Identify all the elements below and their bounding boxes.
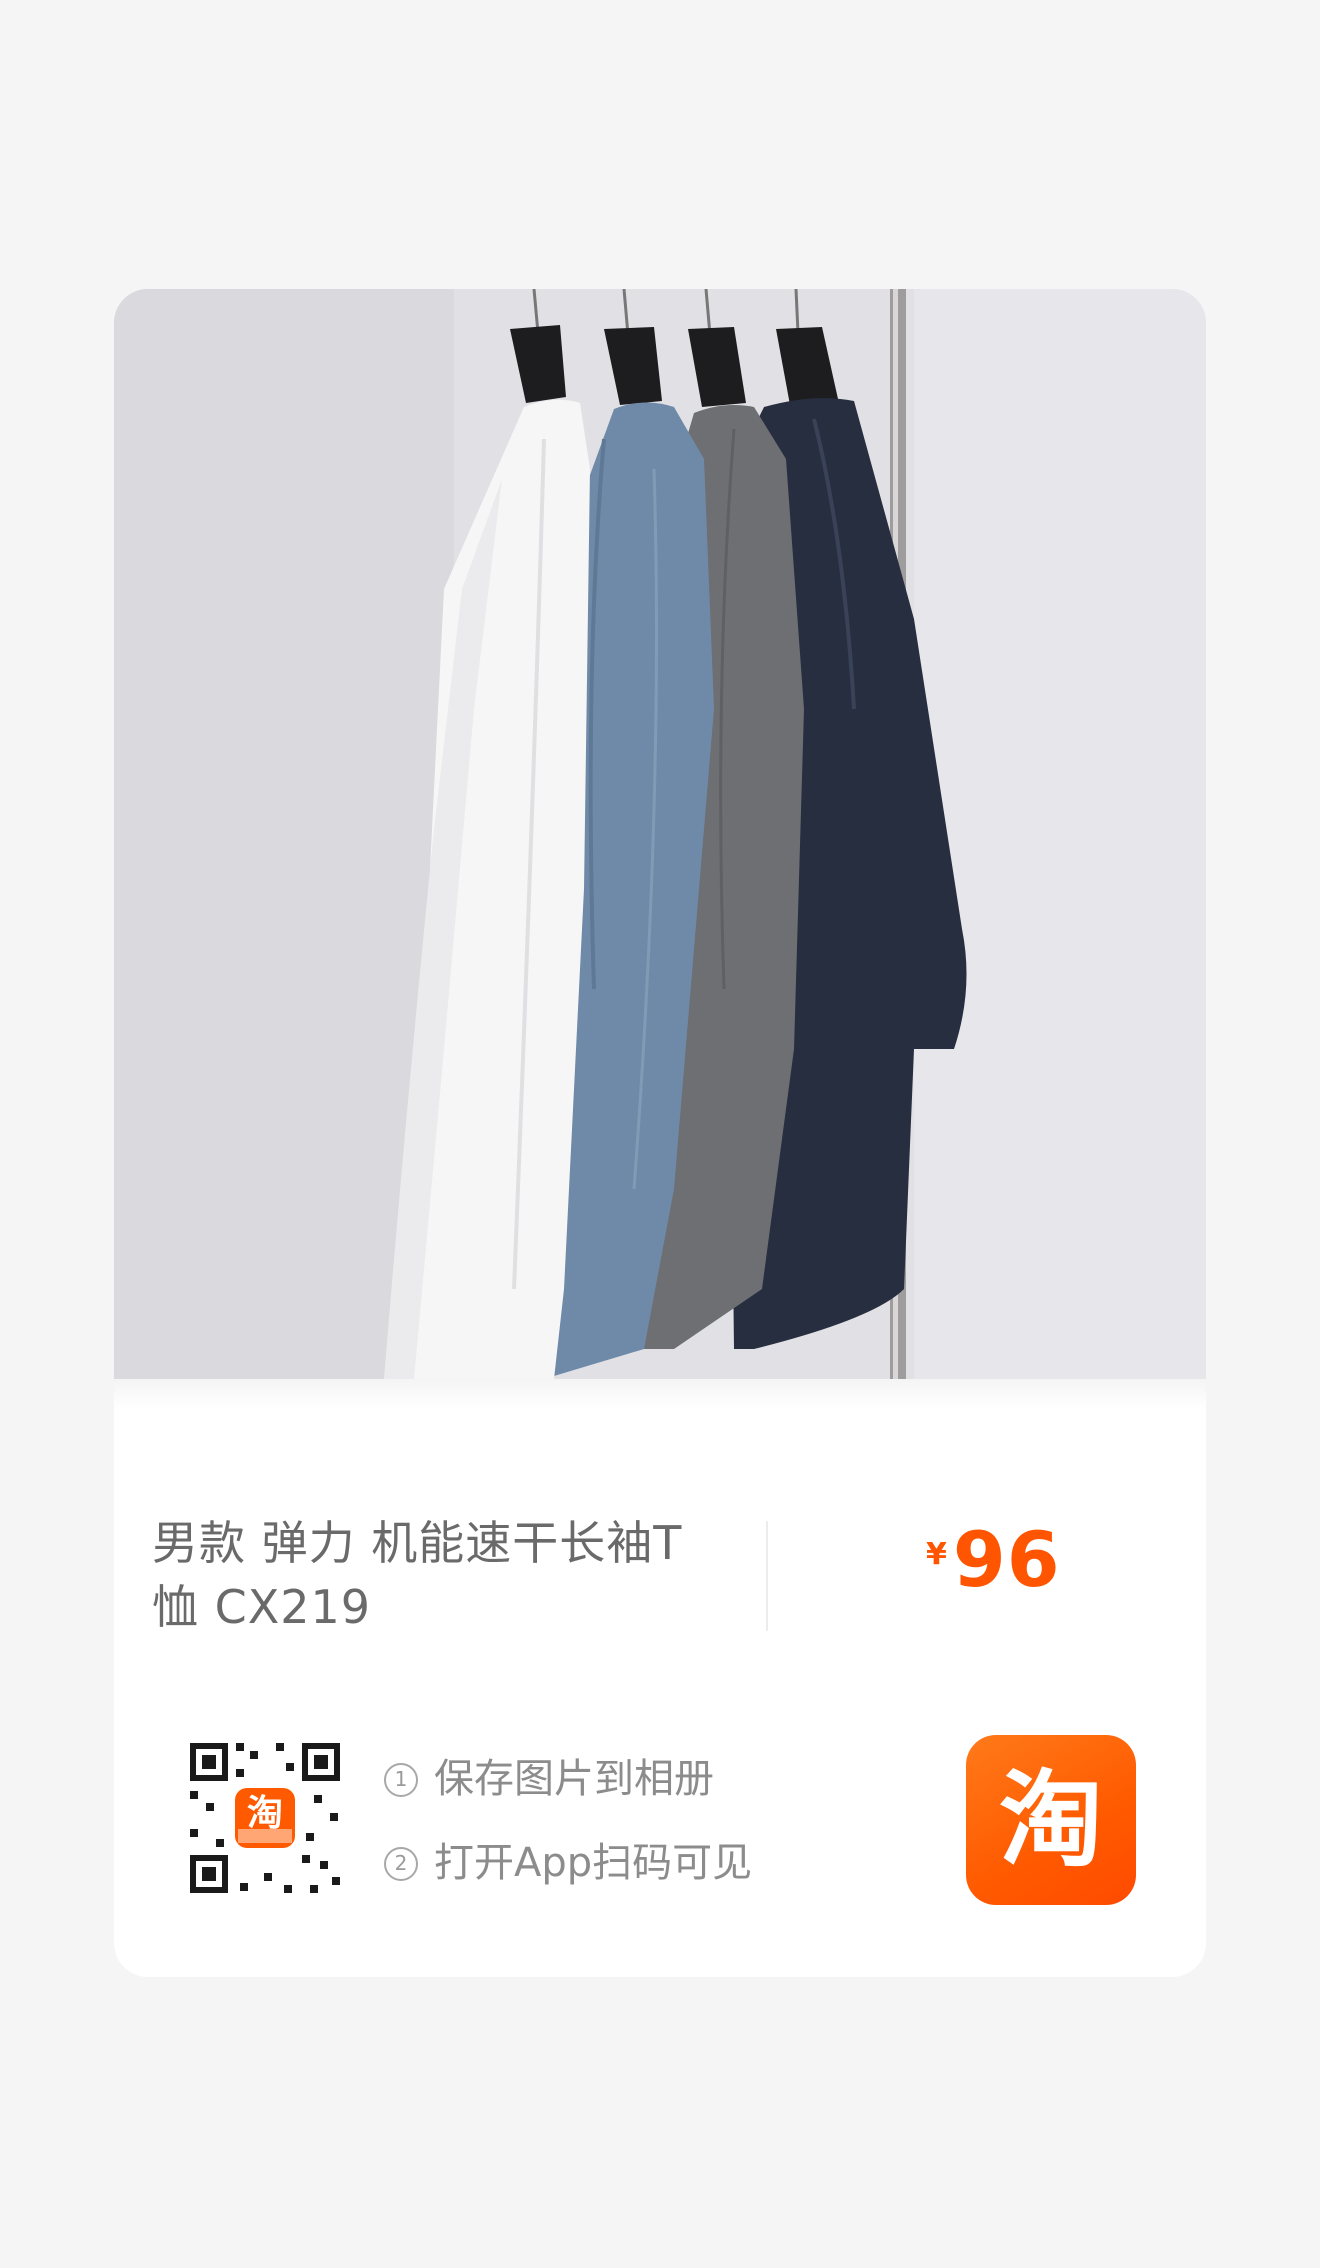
step-2-text: 打开App扫码可见 xyxy=(434,1840,753,1886)
divider xyxy=(766,1521,768,1631)
step-1: 1 保存图片到相册 xyxy=(384,1737,752,1821)
photo-bottom-fade xyxy=(114,1379,1206,1409)
qr-center-logo-text: 淘 xyxy=(246,1793,283,1834)
product-photo-graphic xyxy=(114,289,1206,1379)
qr-code[interactable]: 淘 xyxy=(180,1733,350,1903)
step-2: 2 打开App扫码可见 xyxy=(384,1821,752,1905)
share-instructions: 1 保存图片到相册 2 打开App扫码可见 xyxy=(384,1737,752,1905)
product-photo[interactable] xyxy=(114,289,1206,1379)
step-1-text: 保存图片到相册 xyxy=(434,1756,714,1802)
price-value: 96 xyxy=(952,1515,1061,1604)
step-2-number: 2 xyxy=(384,1847,418,1881)
step-1-number: 1 xyxy=(384,1763,418,1797)
product-price: ¥96 xyxy=(926,1515,1061,1604)
share-card: 男款 弹力 机能速干长袖T恤 CX219 ¥96 淘 1 保存图片到相册 2 打… xyxy=(114,289,1206,1977)
product-title[interactable]: 男款 弹力 机能速干长袖T恤 CX219 xyxy=(152,1511,722,1639)
taobao-logo[interactable]: 淘 xyxy=(966,1735,1136,1905)
price-currency-symbol: ¥ xyxy=(926,1537,947,1572)
